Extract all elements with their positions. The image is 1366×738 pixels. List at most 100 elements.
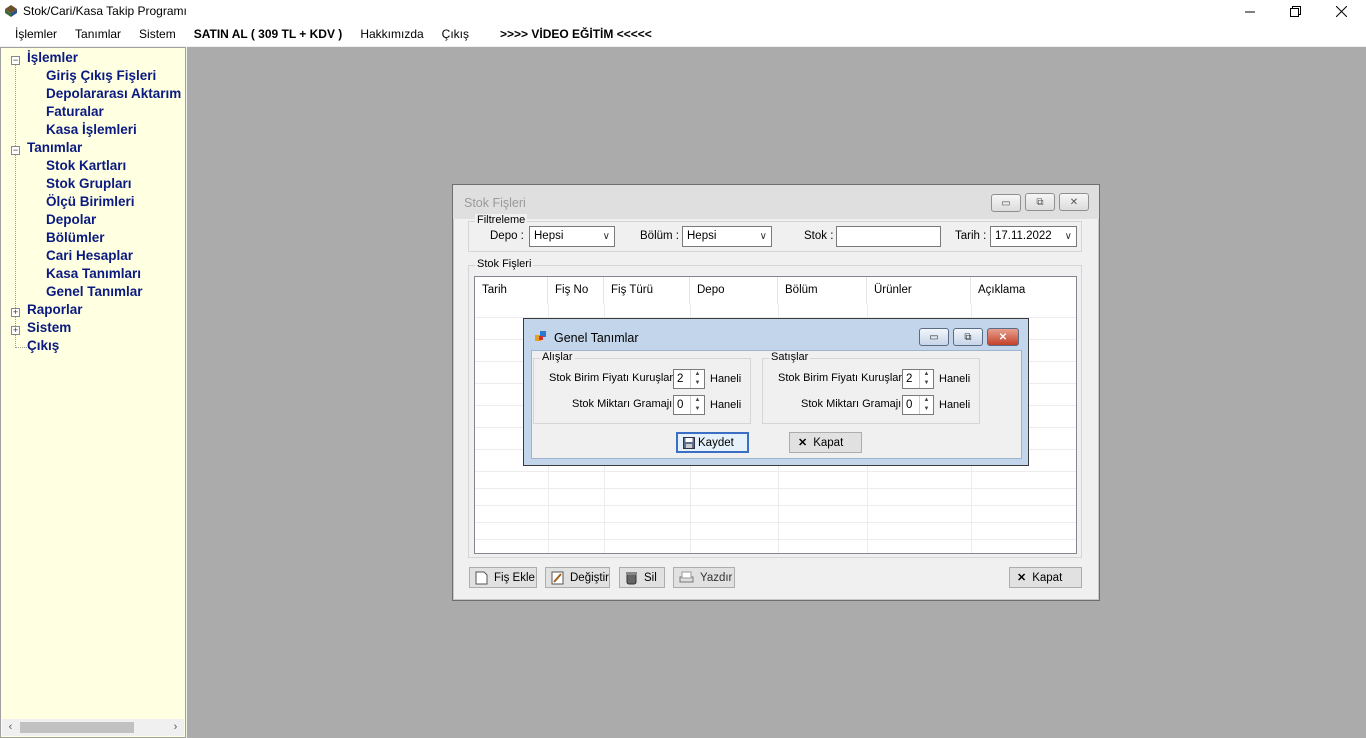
tree-item-stok-gruplari[interactable]: Stok Grupları	[46, 176, 132, 191]
degistir-label: Değiştir	[570, 571, 609, 584]
kapat-label: Kapat	[1032, 571, 1063, 584]
tree-item-depolararasi-aktarim[interactable]: Depolararası Aktarım	[46, 86, 181, 101]
yazdir-label: Yazdır	[700, 571, 733, 584]
tree-item-olcu-birimleri[interactable]: Ölçü Birimleri	[46, 194, 135, 209]
tree-node-islemler[interactable]: İşlemler	[27, 50, 78, 65]
scrollbar-thumb[interactable]	[20, 722, 134, 733]
tree-node-sistem[interactable]: Sistem	[27, 320, 71, 335]
stok-fisleri-kapat-button[interactable]: ✕ Kapat	[1009, 567, 1082, 588]
column-header-fis-turu[interactable]: Fiş Türü	[604, 277, 690, 304]
minimize-icon: ▭	[929, 331, 939, 343]
tarih-value: 17.11.2022	[995, 230, 1052, 242]
tree-item-depolar[interactable]: Depolar	[46, 212, 96, 227]
title-bar: Stok/Cari/Kasa Takip Programı	[0, 0, 1366, 23]
degistir-button[interactable]: Değiştir	[545, 567, 610, 588]
filter-group-label: Filtreleme	[475, 214, 528, 226]
menu-sistem[interactable]: Sistem	[130, 23, 185, 46]
stok-fisleri-titlebar: Stok Fişleri ▭ ⧉ ✕	[453, 185, 1099, 219]
horizontal-scrollbar[interactable]: ‹ ›	[2, 719, 184, 736]
tree-item-giris-cikis-fisleri[interactable]: Giriş Çıkış Fişleri	[46, 68, 156, 83]
tree-item-genel-tanimlar[interactable]: Genel Tanımlar	[46, 284, 143, 299]
stok-fisleri-close-button[interactable]: ✕	[1059, 193, 1089, 211]
stok-fisleri-restore-button[interactable]: ⧉	[1025, 193, 1055, 211]
menu-video-egitim[interactable]: >>>> VİDEO EĞİTİM <<<<<	[478, 23, 661, 46]
dialog-title: Genel Tanımlar	[554, 331, 639, 345]
dialog-kapat-label: Kapat	[813, 436, 844, 449]
fis-ekle-button[interactable]: Fiş Ekle	[469, 567, 537, 588]
menu-islemler[interactable]: İşlemler	[0, 23, 66, 46]
tree-node-raporlar[interactable]: Raporlar	[27, 302, 83, 317]
yazdir-button[interactable]: Yazdır	[673, 567, 735, 588]
dialog-close-button[interactable]: ✕	[987, 328, 1019, 346]
spin-updown-icon[interactable]: ▲ ▼	[690, 396, 704, 414]
close-icon: ✕	[798, 437, 808, 449]
trash-icon	[626, 571, 637, 584]
tree-item-bolumler[interactable]: Bölümler	[46, 230, 105, 245]
alis-fiyat-haneli: Haneli	[710, 373, 742, 385]
menu-hakkimizda[interactable]: Hakkımızda	[351, 23, 432, 46]
tarih-label: Tarih :	[955, 230, 987, 242]
tree-item-cari-hesaplar[interactable]: Cari Hesaplar	[46, 248, 133, 263]
menu-satin-al[interactable]: SATIN AL ( 309 TL + KDV )	[185, 23, 352, 46]
stok-label: Stok :	[804, 230, 834, 242]
dialog-kapat-button[interactable]: ✕ Kapat	[789, 432, 862, 453]
new-document-icon	[475, 571, 488, 584]
sil-label: Sil	[644, 571, 657, 584]
satis-gramaj-stepper[interactable]: 0 ▲ ▼	[902, 395, 934, 415]
satis-gramaj-label: Stok Miktarı Gramajı :	[801, 398, 908, 410]
alislar-label: Alışlar	[540, 351, 575, 363]
stok-fisleri-title: Stok Fişleri	[464, 196, 526, 210]
scroll-left-icon[interactable]: ‹	[2, 719, 19, 736]
tree-item-kasa-tanimlari[interactable]: Kasa Tanımları	[46, 266, 141, 281]
tree-item-stok-kartlari[interactable]: Stok Kartları	[46, 158, 126, 173]
column-header-urunler[interactable]: Ürünler	[867, 277, 971, 304]
alis-fiyat-stepper[interactable]: 2 ▲ ▼	[673, 369, 705, 389]
satis-fiyat-haneli: Haneli	[939, 373, 971, 385]
minimize-button[interactable]	[1227, 0, 1273, 23]
edit-icon	[551, 571, 564, 584]
tarih-datepicker[interactable]: 17.11.2022 ∨	[990, 226, 1077, 247]
spin-updown-icon[interactable]: ▲ ▼	[919, 396, 933, 414]
tree-node-cikis[interactable]: Çıkış	[27, 338, 59, 353]
printer-icon	[679, 571, 694, 583]
bolum-label: Bölüm :	[640, 230, 679, 242]
tree-node-tanimlar[interactable]: Tanımlar	[27, 140, 82, 155]
tree-item-kasa-islemleri[interactable]: Kasa İşlemleri	[46, 122, 137, 137]
depo-select[interactable]: Hepsi ∨	[529, 226, 615, 247]
bolum-select[interactable]: Hepsi ∨	[682, 226, 772, 247]
app-window: Stok/Cari/Kasa Takip Programı İşlemler T…	[0, 0, 1366, 738]
sil-button[interactable]: Sil	[619, 567, 665, 588]
expand-toggle-raporlar[interactable]: +	[11, 308, 20, 317]
dialog-minimize-button[interactable]: ▭	[919, 328, 949, 346]
spin-updown-icon[interactable]: ▲ ▼	[690, 370, 704, 388]
expand-toggle-sistem[interactable]: +	[11, 326, 20, 335]
spin-updown-icon[interactable]: ▲ ▼	[919, 370, 933, 388]
dialog-restore-button[interactable]: ⧉	[953, 328, 983, 346]
alis-gramaj-stepper[interactable]: 0 ▲ ▼	[673, 395, 705, 415]
satis-fiyat-label: Stok Birim Fiyatı Kuruşları :	[778, 372, 912, 384]
alis-gramaj-label: Stok Miktarı Gramajı :	[572, 398, 679, 410]
menu-tanimlar[interactable]: Tanımlar	[66, 23, 130, 46]
stok-fisleri-minimize-button[interactable]: ▭	[991, 194, 1021, 212]
kaydet-button[interactable]: Kaydet	[676, 432, 749, 453]
satis-gramaj-value: 0	[906, 399, 913, 411]
close-icon: ✕	[1069, 196, 1079, 208]
navigation-tree: − İşlemler Giriş Çıkış Fişleri Depolarar…	[0, 47, 186, 738]
stok-input[interactable]	[836, 226, 941, 247]
column-header-depo[interactable]: Depo	[690, 277, 778, 304]
column-header-aciklama[interactable]: Açıklama	[971, 277, 1076, 304]
collapse-toggle-islemler[interactable]: −	[11, 56, 20, 65]
column-header-bolum[interactable]: Bölüm	[778, 277, 867, 304]
tree-item-faturalar[interactable]: Faturalar	[46, 104, 104, 119]
restore-button[interactable]	[1272, 0, 1318, 23]
menu-cikis[interactable]: Çıkış	[433, 23, 478, 46]
satislar-label: Satışlar	[769, 351, 811, 363]
save-icon	[683, 436, 695, 449]
column-header-fis-no[interactable]: Fiş No	[548, 277, 604, 304]
close-button[interactable]	[1318, 0, 1364, 23]
collapse-toggle-tanimlar[interactable]: −	[11, 146, 20, 155]
satis-fiyat-stepper[interactable]: 2 ▲ ▼	[902, 369, 934, 389]
list-group-label: Stok Fişleri	[475, 258, 534, 270]
column-header-tarih[interactable]: Tarih	[475, 277, 548, 304]
scroll-right-icon[interactable]: ›	[167, 719, 184, 736]
